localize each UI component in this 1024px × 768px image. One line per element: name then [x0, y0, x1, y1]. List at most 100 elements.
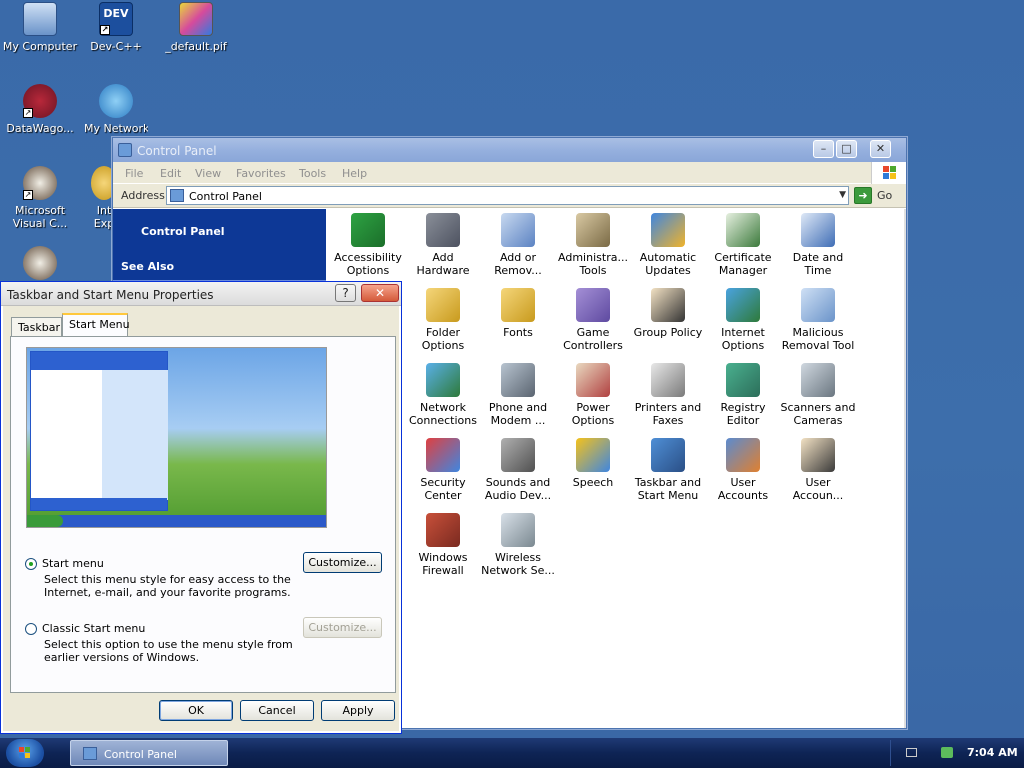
- close-button[interactable]: ✕: [870, 140, 891, 158]
- desktop-icon-network-places[interactable]: My Network Pl...: [76, 84, 156, 138]
- cp-item-taskbar-and-start-menu[interactable]: Taskbar and Start Menu: [630, 438, 706, 502]
- clock[interactable]: 7:04 AM: [967, 746, 1018, 759]
- desktop-icon-label: My Network Pl...: [84, 122, 148, 135]
- cp-item-label: Folder Options: [421, 326, 465, 352]
- minimize-button[interactable]: –: [813, 140, 834, 158]
- cp-item-accessibility-options[interactable]: Accessibility Options: [330, 213, 406, 277]
- chevron-down-icon[interactable]: ▼: [839, 190, 846, 200]
- cp-item-certificate-manager[interactable]: Certificate Manager: [705, 213, 781, 277]
- cp-item-power-options[interactable]: Power Options: [555, 363, 631, 427]
- cp-item-icon: [726, 438, 760, 472]
- cp-item-internet-options[interactable]: Internet Options: [705, 288, 781, 352]
- desktop-icon-devcpp[interactable]: DEV ↗ Dev-C++: [76, 2, 156, 53]
- cp-item-windows-firewall[interactable]: Windows Firewall: [405, 513, 481, 577]
- start-menu-preview: [26, 347, 327, 528]
- control-panel-icon: [170, 189, 184, 202]
- go-arrow-icon[interactable]: ➜: [854, 187, 872, 204]
- see-also-header[interactable]: See Also: [121, 260, 174, 273]
- ms-dos-icon: [179, 2, 213, 36]
- close-button[interactable]: ✕: [361, 284, 399, 302]
- desktop-icon-partial[interactable]: [0, 246, 80, 284]
- menu-file[interactable]: File: [125, 167, 143, 180]
- cp-item-icon: [426, 513, 460, 547]
- classic-customize-button[interactable]: Customize...: [303, 617, 382, 638]
- cp-item-label: User Accoun...: [792, 476, 844, 502]
- menu-bar: File Edit View Favorites Tools Help: [113, 162, 906, 184]
- cp-item-label: Game Controllers: [563, 326, 623, 352]
- keyboard-icon[interactable]: [906, 748, 917, 757]
- cancel-button[interactable]: Cancel: [240, 700, 314, 721]
- desktop-icon-visual-c[interactable]: ↗ Microsoft Visual C...: [0, 166, 80, 230]
- cp-item-add-hardware[interactable]: Add Hardware: [405, 213, 481, 277]
- start-button[interactable]: [6, 739, 44, 767]
- cp-item-fonts[interactable]: Fonts: [480, 288, 556, 339]
- preview-start-menu: [30, 351, 168, 511]
- cp-item-label: Windows Firewall: [418, 551, 468, 577]
- desktop-icon-default-pif[interactable]: _default.pif: [156, 2, 236, 53]
- start-menu-option-label[interactable]: Start menu: [42, 557, 104, 570]
- menu-view[interactable]: View: [195, 167, 221, 180]
- windows-logo-icon: [19, 747, 30, 758]
- taskbar-button-control-panel[interactable]: Control Panel: [70, 740, 228, 766]
- start-menu-radio[interactable]: [25, 558, 37, 570]
- cp-item-date-and-time[interactable]: Date and Time: [780, 213, 856, 277]
- cp-item-network-connections[interactable]: Network Connections: [405, 363, 481, 427]
- cp-item-administra-tools[interactable]: Administra... Tools: [555, 213, 631, 277]
- desktop-icon-label: Microsoft Visual C...: [12, 204, 68, 230]
- cp-item-group-policy[interactable]: Group Policy: [630, 288, 706, 339]
- customize-button[interactable]: Customize...: [303, 552, 382, 573]
- raccoon-icon: [23, 246, 57, 280]
- cp-item-icon: [576, 363, 610, 397]
- tab-start-menu[interactable]: Start Menu: [62, 313, 130, 336]
- menu-help[interactable]: Help: [342, 167, 367, 180]
- desktop-icon-label: My Computer: [2, 40, 78, 53]
- address-input[interactable]: Control Panel ▼: [166, 186, 849, 205]
- network-icon[interactable]: [941, 747, 953, 758]
- cp-item-sounds-and-audio-dev[interactable]: Sounds and Audio Dev...: [480, 438, 556, 502]
- cp-item-icon: [651, 288, 685, 322]
- menu-favorites[interactable]: Favorites: [236, 167, 286, 180]
- cp-item-icon: [576, 438, 610, 472]
- desktop-icon-datawagon[interactable]: ↗ DataWago...: [0, 84, 80, 135]
- cp-item-registry-editor[interactable]: Registry Editor: [705, 363, 781, 427]
- menu-tools[interactable]: Tools: [299, 167, 326, 180]
- cp-item-icon: [801, 438, 835, 472]
- scrollbar[interactable]: [904, 209, 906, 728]
- cp-item-icon: [576, 213, 610, 247]
- cp-item-icon: [726, 213, 760, 247]
- cp-item-automatic-updates[interactable]: Automatic Updates: [630, 213, 706, 277]
- cp-item-wireless-network-se[interactable]: Wireless Network Se...: [480, 513, 556, 577]
- cp-item-add-or-remov[interactable]: Add or Remov...: [480, 213, 556, 277]
- cp-item-label: Scanners and Cameras: [780, 401, 856, 427]
- cp-item-user-accounts[interactable]: User Accounts: [705, 438, 781, 502]
- dialog-title-bar[interactable]: Taskbar and Start Menu Properties ? ✕: [1, 282, 401, 306]
- cp-item-icon: [426, 438, 460, 472]
- cp-item-security-center[interactable]: Security Center: [405, 438, 481, 502]
- classic-start-menu-radio[interactable]: [25, 623, 37, 635]
- apply-button[interactable]: Apply: [321, 700, 395, 721]
- cp-item-game-controllers[interactable]: Game Controllers: [555, 288, 631, 352]
- ok-button[interactable]: OK: [159, 700, 233, 721]
- maximize-button[interactable]: □: [836, 140, 857, 158]
- classic-option-desc: earlier versions of Windows.: [44, 651, 200, 664]
- cp-item-icon: [651, 213, 685, 247]
- network-places-icon: [99, 84, 133, 118]
- cp-item-phone-and-modem[interactable]: Phone and Modem ...: [480, 363, 556, 427]
- cp-item-user-accoun[interactable]: User Accoun...: [780, 438, 856, 502]
- tab-taskbar[interactable]: Taskbar: [11, 317, 62, 336]
- cp-item-folder-options[interactable]: Folder Options: [405, 288, 481, 352]
- cp-item-icon: [726, 288, 760, 322]
- cp-item-label: User Accounts: [717, 476, 769, 502]
- cp-item-icon: [501, 438, 535, 472]
- desktop-icon-my-computer[interactable]: My Computer: [0, 2, 80, 53]
- help-button[interactable]: ?: [335, 284, 356, 302]
- go-button[interactable]: Go: [877, 189, 892, 202]
- left-pane-title[interactable]: Control Panel: [141, 225, 225, 238]
- title-bar[interactable]: Control Panel – □ ✕: [113, 138, 906, 162]
- cp-item-scanners-and-cameras[interactable]: Scanners and Cameras: [780, 363, 856, 427]
- cp-item-malicious-removal-tool[interactable]: Malicious Removal Tool: [780, 288, 856, 352]
- classic-option-label[interactable]: Classic Start menu: [42, 622, 145, 635]
- cp-item-printers-and-faxes[interactable]: Printers and Faxes: [630, 363, 706, 427]
- menu-edit[interactable]: Edit: [160, 167, 181, 180]
- cp-item-speech[interactable]: Speech: [555, 438, 631, 489]
